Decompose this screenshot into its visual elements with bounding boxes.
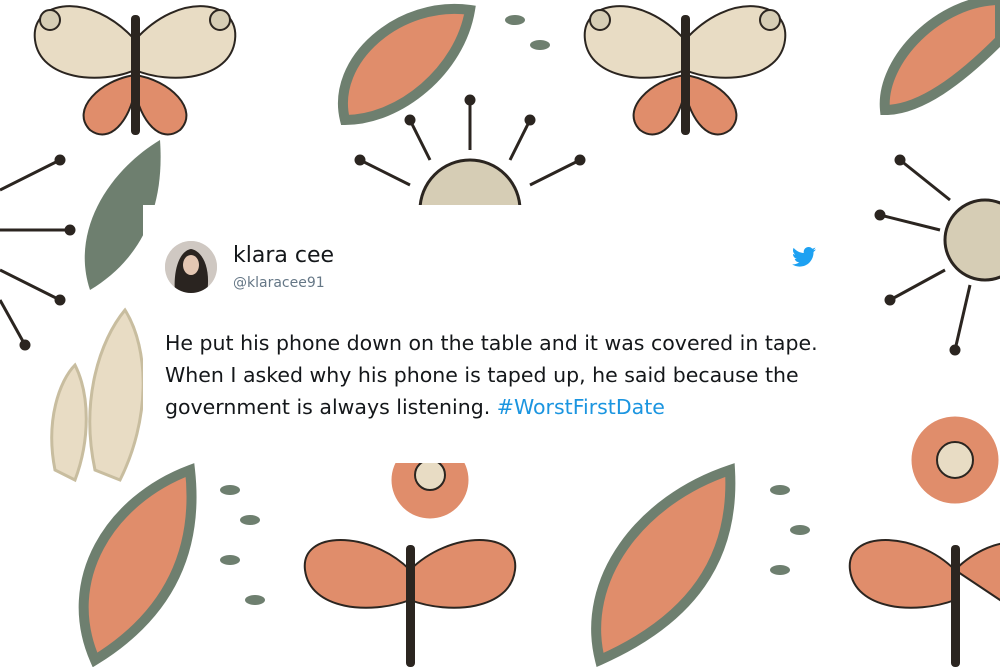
butterfly-icon — [33, 5, 237, 136]
user-handle[interactable]: @klaracee91 — [233, 275, 325, 291]
leaf-icon — [338, 3, 476, 126]
butterfly-icon — [583, 5, 787, 136]
avatar[interactable] — [165, 241, 217, 293]
leaf-icon — [78, 463, 197, 667]
flower-icon — [908, 413, 1000, 507]
tweet-card: klara cee @klaracee91 He put his phone d… — [143, 205, 856, 463]
feather-icon — [50, 307, 145, 483]
display-name[interactable]: klara cee — [233, 243, 334, 268]
tweet-text: He put his phone down on the table and i… — [165, 327, 835, 423]
avatar-photo-icon — [165, 241, 217, 293]
leaf-icon — [879, 0, 1000, 116]
hashtag-link[interactable]: #WorstFirstDate — [497, 395, 665, 419]
leaf-icon — [591, 463, 736, 667]
tweet-body: He put his phone down on the table and i… — [165, 331, 818, 419]
twitter-bird-icon[interactable] — [792, 247, 816, 267]
butterfly-icon — [303, 539, 517, 667]
sunflower-icon — [0, 154, 76, 351]
butterfly-icon — [848, 539, 1000, 667]
sunflower-icon — [874, 154, 1000, 356]
